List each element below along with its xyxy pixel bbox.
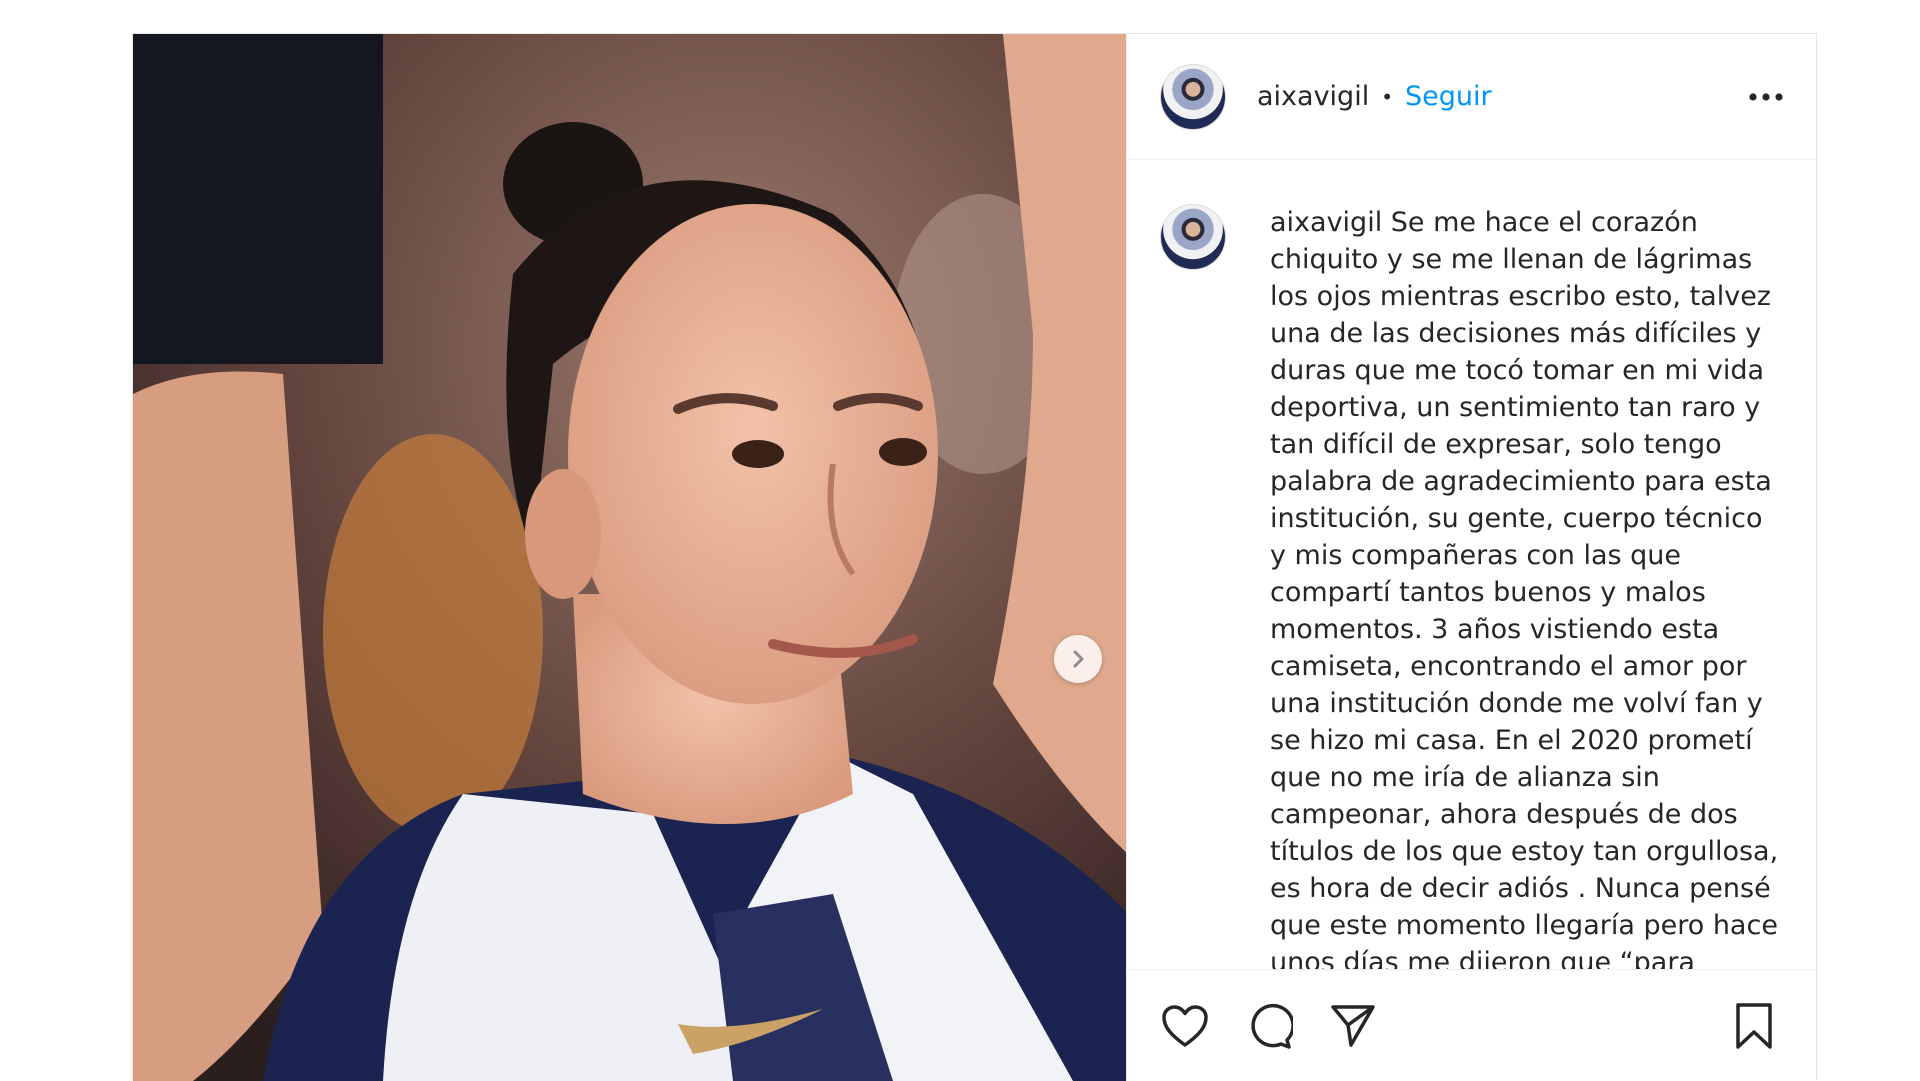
caption-avatar[interactable] — [1160, 204, 1226, 270]
action-bar — [1127, 969, 1816, 1081]
avatar[interactable] — [1160, 63, 1226, 130]
like-button[interactable] — [1157, 998, 1213, 1054]
next-image-button[interactable] — [1054, 635, 1102, 683]
bookmark-icon — [1736, 1002, 1772, 1049]
comment-button[interactable] — [1241, 998, 1297, 1054]
header-username[interactable]: aixavigil — [1257, 81, 1369, 112]
post-header: aixavigil • Seguir — [1127, 34, 1816, 160]
follow-button[interactable]: Seguir — [1405, 81, 1492, 112]
share-icon — [1331, 1004, 1375, 1047]
post-container: aixavigil • Seguir aixavigil Se me hace … — [132, 33, 1817, 1081]
post-side-panel: aixavigil • Seguir aixavigil Se me hace … — [1126, 34, 1816, 1081]
more-options-button[interactable] — [1746, 77, 1786, 117]
comments-section: aixavigil Se me hace el corazón chiquito… — [1127, 160, 1816, 969]
comment-icon — [1251, 1003, 1293, 1049]
post-photo — [133, 34, 1126, 1081]
share-button[interactable] — [1325, 998, 1381, 1054]
heart-icon — [1162, 1004, 1208, 1047]
post-caption: aixavigil Se me hace el corazón chiquito… — [1270, 204, 1786, 969]
more-horizontal-icon — [1749, 92, 1783, 101]
caption-text: Se me hace el corazón chiquito y se me l… — [1270, 207, 1779, 969]
caption-username[interactable]: aixavigil — [1270, 207, 1382, 238]
save-button[interactable] — [1726, 998, 1782, 1054]
post-media[interactable] — [133, 34, 1126, 1081]
separator-dot: • — [1381, 84, 1393, 109]
chevron-right-icon — [1073, 650, 1084, 668]
